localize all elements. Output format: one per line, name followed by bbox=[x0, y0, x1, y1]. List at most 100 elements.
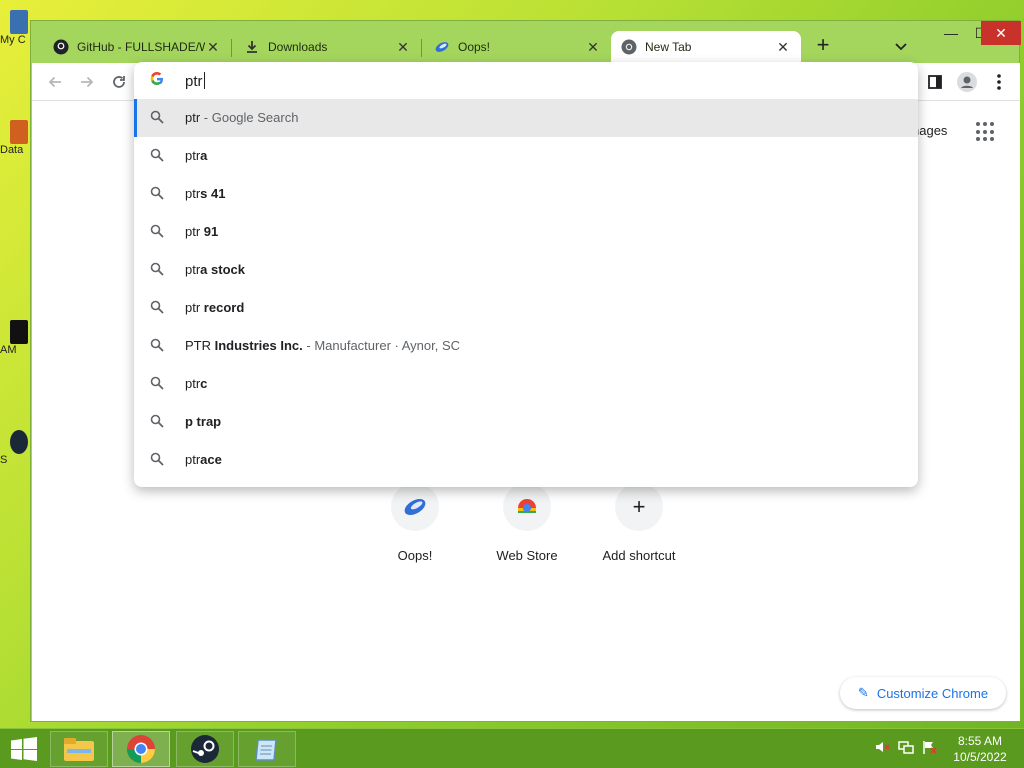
omnibox-suggestion[interactable]: ptrc bbox=[134, 365, 918, 403]
suggestion-text: p trap bbox=[185, 414, 221, 429]
profile-button[interactable] bbox=[954, 69, 980, 95]
desktop-icon-data[interactable]: Data bbox=[0, 120, 30, 156]
side-panel-button[interactable] bbox=[922, 69, 948, 95]
chevron-down-icon bbox=[895, 43, 907, 51]
apps-grid-icon[interactable] bbox=[976, 122, 996, 142]
omnibox-suggestion[interactable]: ptrace bbox=[134, 441, 918, 479]
steam-icon bbox=[191, 735, 219, 763]
tab-downloads[interactable]: Downloads ✕ bbox=[234, 31, 421, 63]
close-window-button[interactable]: ✕ bbox=[981, 21, 1021, 45]
suggestion-text: ptrc bbox=[185, 376, 207, 391]
oops-icon bbox=[434, 39, 450, 55]
tab-github[interactable]: GitHub - FULLSHADE/Wi ✕ bbox=[43, 31, 231, 63]
taskbar-file-explorer[interactable] bbox=[50, 731, 108, 767]
arrow-right-icon bbox=[81, 76, 94, 88]
taskbar-chrome[interactable] bbox=[112, 731, 170, 767]
suggestion-typed: ptr bbox=[185, 262, 201, 277]
computer-icon bbox=[10, 10, 28, 34]
reload-button[interactable] bbox=[106, 69, 132, 95]
suggestion-description: - Google Search bbox=[200, 110, 299, 125]
app-icon bbox=[10, 430, 28, 454]
desktop-icon-s[interactable]: S bbox=[0, 430, 30, 466]
omnibox-value: ptr bbox=[185, 73, 203, 90]
forward-button[interactable] bbox=[74, 69, 100, 95]
suggestion-description: - Manufacturer · Aynor, SC bbox=[302, 338, 461, 353]
new-tab-button[interactable]: + bbox=[811, 34, 835, 58]
network-icon[interactable] bbox=[898, 739, 914, 758]
search-icon bbox=[150, 338, 166, 354]
omnibox-suggestion[interactable]: p trap bbox=[134, 403, 918, 441]
tab-divider bbox=[421, 39, 422, 57]
desktop-icon-am[interactable]: AM bbox=[0, 320, 30, 356]
omnibox-suggestion[interactable]: ptr 91 bbox=[134, 213, 918, 251]
notepad-icon bbox=[255, 739, 277, 761]
suggestion-completion: 91 bbox=[203, 224, 219, 239]
desktop-icon-my-computer[interactable]: My C bbox=[0, 10, 30, 46]
search-icon bbox=[150, 262, 166, 278]
suggestion-typed: ptr bbox=[185, 452, 201, 467]
taskbar: 8:55 AM 10/5/2022 bbox=[0, 728, 1024, 768]
tab-search-button[interactable] bbox=[889, 34, 913, 58]
download-icon bbox=[244, 39, 260, 55]
desktop-icon-label: S bbox=[0, 454, 8, 466]
start-button[interactable] bbox=[0, 731, 48, 767]
web-store-icon bbox=[503, 483, 551, 531]
tab-new-tab[interactable]: New Tab ✕ bbox=[611, 31, 801, 63]
close-icon[interactable]: ✕ bbox=[395, 39, 411, 55]
shortcut-oops[interactable]: Oops! bbox=[359, 483, 471, 563]
shortcut-label: Add shortcut bbox=[602, 548, 676, 563]
suggestion-text: ptr - Google Search bbox=[185, 110, 298, 125]
pencil-icon: ✎ bbox=[857, 685, 869, 700]
back-button[interactable] bbox=[42, 69, 68, 95]
omnibox-suggestion[interactable]: ptra bbox=[134, 137, 918, 175]
tab-title: Downloads bbox=[268, 40, 328, 54]
tab-title: GitHub - FULLSHADE/Wi bbox=[77, 40, 205, 54]
taskbar-steam[interactable] bbox=[176, 731, 234, 767]
github-icon bbox=[53, 39, 69, 55]
shortcut-web-store[interactable]: Web Store bbox=[471, 483, 583, 563]
omnibox-suggestion[interactable]: PTR Industries Inc. - Manufacturer · Ayn… bbox=[134, 327, 918, 365]
suggestion-completion: p trap bbox=[185, 414, 222, 429]
clock-date: 10/5/2022 bbox=[953, 750, 1007, 764]
desktop-icon-label: Data bbox=[0, 144, 24, 156]
shortcut-add[interactable]: + Add shortcut bbox=[583, 483, 695, 563]
suggestion-text: ptrs 41 bbox=[185, 186, 225, 201]
menu-button[interactable] bbox=[986, 69, 1012, 95]
omnibox-suggestion[interactable]: ptr - Google Search bbox=[134, 99, 918, 137]
volume-muted-icon[interactable] bbox=[874, 739, 890, 758]
suggestion-list: ptr - Google Search ptra ptrs 41 ptr 91 ptra… bbox=[134, 99, 918, 479]
suggestion-completion: record bbox=[203, 300, 245, 315]
chrome-icon bbox=[127, 735, 155, 763]
system-clock[interactable]: 8:55 AM 10/5/2022 bbox=[940, 733, 1020, 765]
search-icon bbox=[150, 110, 166, 126]
omnibox-text[interactable]: ptr bbox=[185, 72, 205, 90]
search-icon bbox=[150, 452, 166, 468]
side-panel-icon bbox=[928, 75, 942, 89]
data-icon bbox=[10, 120, 28, 144]
action-center-flag-icon[interactable] bbox=[922, 739, 938, 758]
customize-chrome-button[interactable]: ✎ Customize Chrome bbox=[840, 677, 1006, 709]
minimize-button[interactable]: — bbox=[936, 21, 966, 45]
search-icon bbox=[150, 186, 166, 202]
app-icon bbox=[10, 320, 28, 344]
shortcut-label: Web Store bbox=[496, 548, 558, 563]
taskbar-notepad[interactable] bbox=[238, 731, 296, 767]
folder-icon bbox=[64, 738, 94, 761]
tab-title: Oops! bbox=[458, 40, 491, 54]
arrow-left-icon bbox=[48, 76, 61, 88]
search-icon bbox=[150, 224, 166, 240]
profile-icon bbox=[957, 72, 977, 92]
oops-icon bbox=[391, 483, 439, 531]
close-icon[interactable]: ✕ bbox=[585, 39, 601, 55]
address-bar[interactable]: ptr bbox=[134, 62, 918, 98]
omnibox-suggestion[interactable]: ptrs 41 bbox=[134, 175, 918, 213]
omnibox-suggestion[interactable]: ptr record bbox=[134, 289, 918, 327]
close-icon[interactable]: ✕ bbox=[205, 39, 221, 55]
tab-oops[interactable]: Oops! ✕ bbox=[424, 31, 611, 63]
tab-divider bbox=[231, 39, 232, 57]
suggestion-completion: Industries Inc. bbox=[214, 338, 303, 353]
suggestion-text: PTR Industries Inc. - Manufacturer · Ayn… bbox=[185, 338, 460, 353]
close-icon[interactable]: ✕ bbox=[775, 39, 791, 55]
omnibox-suggestion[interactable]: ptra stock bbox=[134, 251, 918, 289]
suggestion-text: ptr 91 bbox=[185, 224, 218, 239]
